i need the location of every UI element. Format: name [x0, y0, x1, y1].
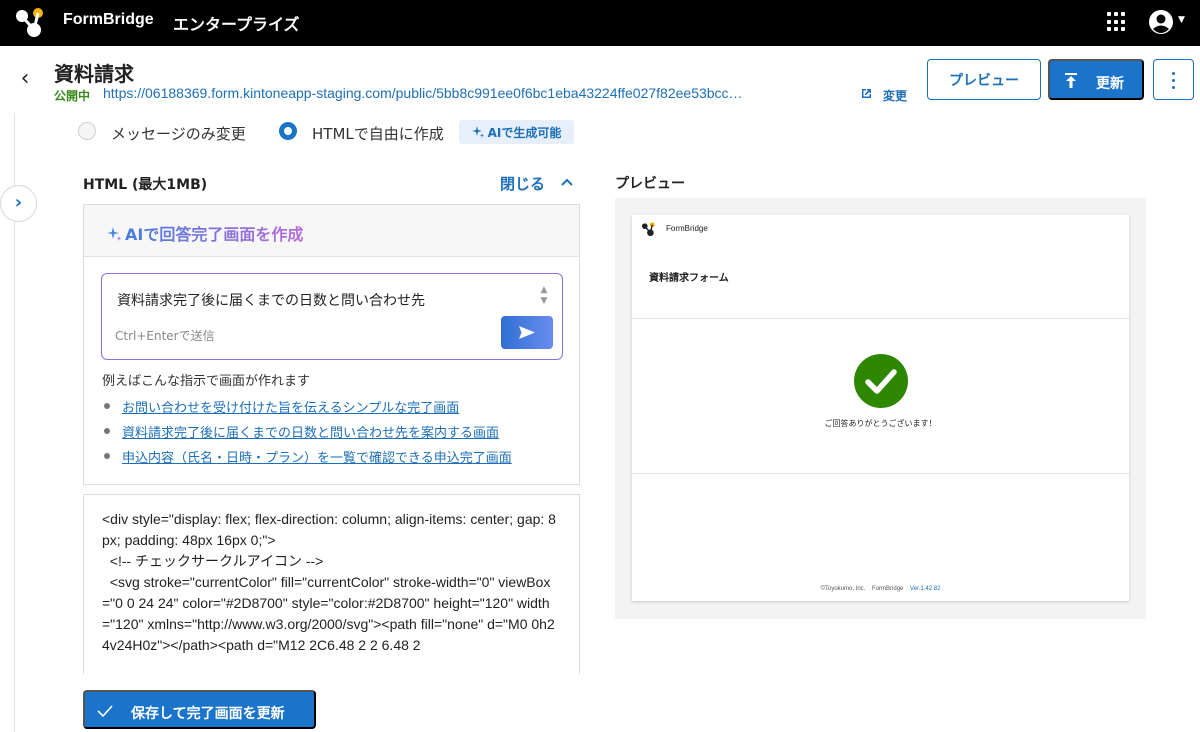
radio-html-free-label[interactable]: HTMLで自由に作成 — [312, 123, 444, 144]
check-circle-icon — [854, 354, 908, 408]
update-button[interactable]: 更新 — [1048, 59, 1144, 100]
expand-sidebar-button[interactable]: › — [0, 185, 37, 222]
preview-divider — [632, 318, 1129, 319]
ai-available-badge: AIで生成可能 — [459, 120, 574, 144]
bullet-icon — [104, 453, 110, 459]
resize-arrows-icon[interactable]: ▲ ▼ — [539, 285, 549, 309]
ai-prompt-value[interactable]: 資料請求完了後に届くまでの日数と問い合わせ先 — [117, 290, 425, 310]
check-icon — [97, 705, 113, 718]
send-icon — [519, 326, 535, 339]
radio-html-free[interactable] — [279, 122, 297, 140]
top-bar: FormBridge エンタープライズ ▼ — [0, 0, 1200, 46]
update-button-label: 更新 — [1096, 75, 1124, 91]
preview-footer-version: Ver.1.42.82 — [910, 586, 941, 592]
html-section-heading: HTML (最大1MB) — [83, 177, 208, 193]
upload-icon — [1065, 73, 1077, 88]
radio-message-only[interactable] — [78, 122, 96, 140]
chevron-down-icon[interactable]: ▼ — [1178, 15, 1185, 25]
preview-divider — [632, 473, 1129, 474]
sparkle-icon — [107, 227, 122, 241]
send-button[interactable] — [501, 316, 553, 349]
examples-label: 例えばこんな指示で画面が作れます — [102, 374, 311, 389]
preview-footer: ©Toyokumo, Inc. FormBridge Ver.1.42.82 — [632, 586, 1129, 592]
ai-panel-title-text: AIで回答完了画面を作成 — [125, 225, 304, 244]
html-code-editor[interactable]: <div style="display: flex; flex-directio… — [83, 494, 580, 674]
preview-footer-brand: FormBridge — [872, 586, 904, 592]
html-code-text[interactable]: <div style="display: flex; flex-directio… — [102, 509, 562, 656]
chevron-up-icon[interactable] — [560, 175, 574, 189]
save-and-update-button[interactable]: 保存して完了画面を更新 — [83, 690, 316, 729]
sparkle-icon — [471, 126, 484, 138]
back-arrow-icon[interactable]: ‹ — [14, 66, 36, 92]
edition-label: エンタープライズ — [173, 15, 300, 34]
brand-name: FormBridge — [63, 11, 154, 28]
status-badge: 公開中 — [54, 89, 91, 103]
ai-panel-title: AIで回答完了画面を作成 — [106, 221, 303, 245]
save-button-label: 保存して完了画面を更新 — [131, 705, 285, 721]
preview-button[interactable]: プレビュー — [927, 59, 1041, 100]
formbridge-logo-icon — [641, 222, 655, 237]
example-prompt-link[interactable]: 申込内容（氏名・日時・プラン）を一覧で確認できる申込完了画面 — [122, 447, 512, 466]
ai-generator-panel: AIで回答完了画面を作成 資料請求完了後に届くまでの日数と問い合わせ先 Ctrl… — [83, 204, 580, 485]
change-url-link[interactable]: 変更 — [883, 87, 907, 104]
preview-footer-company: ©Toyokumo, Inc. — [820, 586, 866, 592]
ai-prompt-input[interactable]: 資料請求完了後に届くまでの日数と問い合わせ先 Ctrl+Enterで送信 ▲ ▼ — [101, 273, 563, 360]
collapse-toggle[interactable]: 閉じる — [500, 173, 545, 194]
example-prompt-link[interactable]: 資料請求完了後に届くまでの日数と問い合わせ先を案内する画面 — [122, 422, 499, 441]
page-title: 資料請求 — [54, 62, 134, 86]
preview-thanks-message: ご回答ありがとうございます！ — [824, 419, 937, 428]
ai-available-label: AIで生成可能 — [487, 125, 562, 140]
preview-card: FormBridge 資料請求フォーム ご回答ありがとうございます！ ©Toyo… — [632, 215, 1129, 601]
radio-message-only-label[interactable]: メッセージのみ変更 — [111, 123, 246, 144]
preview-heading: プレビュー — [615, 176, 685, 192]
formbridge-logo-icon[interactable] — [14, 5, 48, 39]
ai-panel-header: AIで回答完了画面を作成 — [84, 205, 579, 257]
apps-grid-icon[interactable] — [1107, 12, 1127, 32]
external-link-icon[interactable] — [860, 87, 873, 100]
bullet-icon — [104, 403, 110, 409]
preview-form-title: 資料請求フォーム — [649, 273, 729, 284]
preview-brand-name: FormBridge — [666, 224, 708, 233]
example-prompt-link[interactable]: お問い合わせを受け付けた旨を伝えるシンプルな完了画面 — [122, 397, 459, 416]
account-icon[interactable] — [1148, 9, 1174, 35]
form-url-link[interactable]: https://06188369.form.kintoneapp-staging… — [103, 85, 859, 101]
bullet-icon — [104, 428, 110, 434]
more-options-button[interactable] — [1153, 59, 1194, 100]
ai-prompt-hint: Ctrl+Enterで送信 — [115, 329, 215, 343]
